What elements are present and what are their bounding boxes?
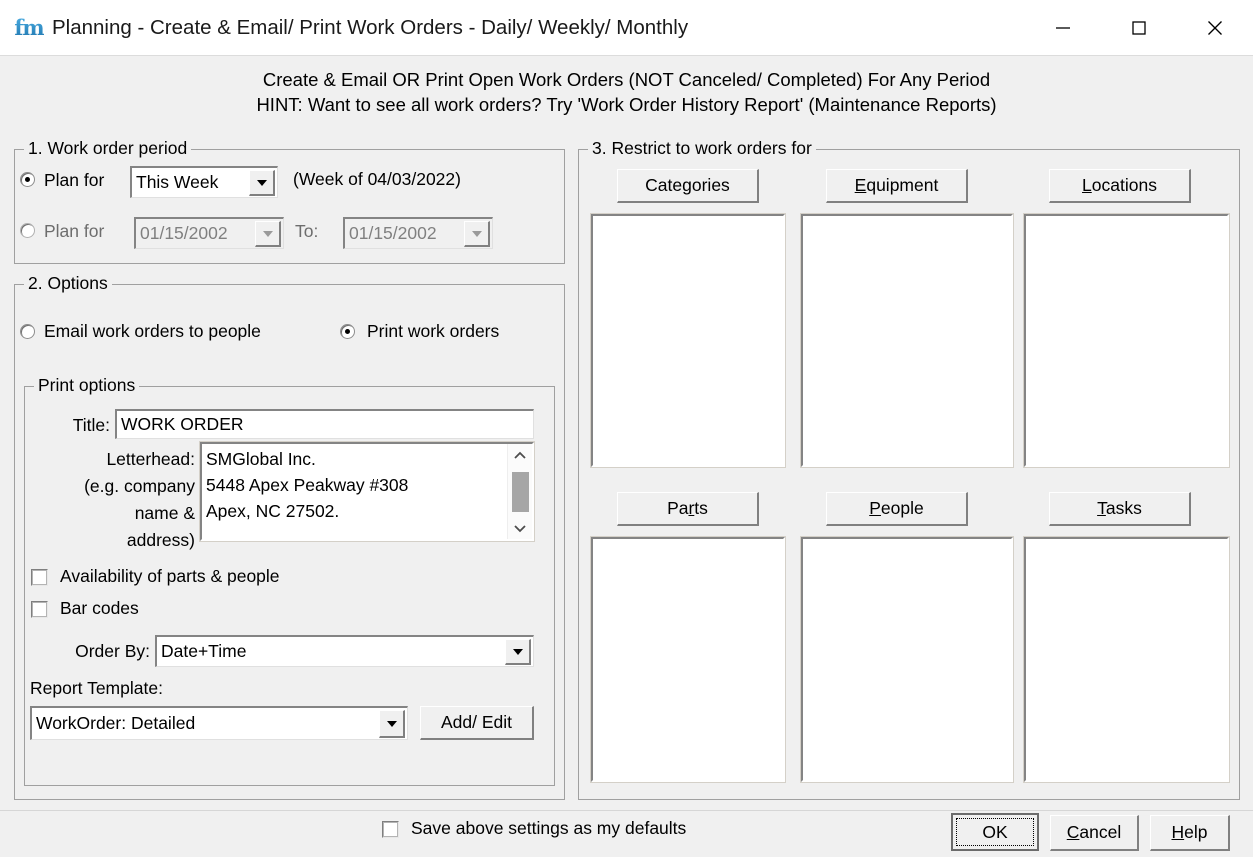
parts-button-label: Parts bbox=[667, 498, 708, 518]
tasks-button-label: Tasks bbox=[1097, 498, 1142, 518]
order-by-label: Order By: bbox=[75, 641, 150, 661]
tasks-button[interactable]: Tasks bbox=[1049, 492, 1191, 526]
period-from-date-value: 01/15/2002 bbox=[140, 223, 228, 243]
period-to-date-dropdown-button[interactable] bbox=[464, 221, 490, 247]
window-controls bbox=[1025, 0, 1253, 56]
restrict-legend: 3. Restrict to work orders for bbox=[588, 138, 816, 159]
availability-label: Availability of parts & people bbox=[60, 566, 280, 586]
letterhead-scrollbar[interactable] bbox=[507, 444, 532, 539]
help-button[interactable]: Help bbox=[1150, 815, 1230, 851]
radio-print-work-orders[interactable] bbox=[340, 324, 355, 339]
order-by-dropdown-button[interactable] bbox=[505, 639, 531, 665]
title-field-label: Title: bbox=[72, 415, 110, 435]
letterhead-textarea[interactable]: SMGlobal Inc. 5448 Apex Peakway #308 Ape… bbox=[199, 441, 535, 542]
people-listbox[interactable] bbox=[800, 536, 1014, 783]
report-template-value: WorkOrder: Detailed bbox=[36, 713, 196, 733]
print-work-orders-label: Print work orders bbox=[367, 321, 500, 341]
radio-email-work-orders[interactable] bbox=[20, 324, 35, 339]
parts-listbox[interactable] bbox=[590, 536, 786, 783]
letterhead-hint-line-2: name & bbox=[134, 503, 195, 523]
letterhead-hint-line-1: (e.g. company bbox=[84, 476, 195, 496]
checkbox-availability[interactable] bbox=[31, 569, 48, 586]
title-input-value: WORK ORDER bbox=[121, 414, 244, 434]
ok-focus-ring: OK bbox=[956, 818, 1034, 846]
add-edit-button-label: Add/ Edit bbox=[440, 712, 513, 732]
period-to-date-field[interactable]: 01/15/2002 bbox=[343, 217, 493, 249]
print-options-legend: Print options bbox=[34, 375, 140, 396]
period-preset-value: This Week bbox=[136, 172, 219, 192]
chevron-down-icon bbox=[514, 524, 526, 532]
footer-separator bbox=[0, 810, 1253, 811]
ok-button[interactable]: OK bbox=[951, 813, 1039, 851]
tasks-listbox[interactable] bbox=[1023, 536, 1230, 783]
radio-plan-for-range[interactable] bbox=[20, 223, 35, 238]
checkbox-save-defaults[interactable] bbox=[382, 821, 399, 838]
categories-button[interactable]: Categories bbox=[617, 169, 759, 203]
bar-codes-label: Bar codes bbox=[60, 598, 139, 618]
maximize-button[interactable] bbox=[1101, 0, 1177, 56]
cancel-button-label: Cancel bbox=[1066, 822, 1122, 842]
chevron-down-icon bbox=[256, 179, 267, 186]
chevron-up-icon bbox=[514, 451, 526, 459]
period-to-date-value: 01/15/2002 bbox=[349, 223, 437, 243]
locations-button[interactable]: Locations bbox=[1049, 169, 1191, 203]
close-icon bbox=[1208, 21, 1222, 35]
chevron-down-icon bbox=[471, 230, 482, 237]
period-preset-combo[interactable]: This Week bbox=[130, 166, 278, 198]
order-by-value: Date+Time bbox=[161, 641, 247, 661]
options-legend: 2. Options bbox=[24, 273, 112, 294]
work-order-period-legend: 1. Work order period bbox=[24, 138, 192, 159]
people-button-label: People bbox=[869, 498, 924, 518]
report-template-combo[interactable]: WorkOrder: Detailed bbox=[30, 706, 408, 740]
categories-button-label: Categories bbox=[645, 175, 730, 195]
equipment-listbox[interactable] bbox=[800, 213, 1014, 468]
dialog-body: Create & Email OR Print Open Work Orders… bbox=[0, 56, 1253, 857]
title-input[interactable]: WORK ORDER bbox=[115, 409, 534, 439]
locations-listbox[interactable] bbox=[1023, 213, 1230, 468]
letterhead-label: Letterhead: bbox=[106, 449, 195, 469]
report-template-label: Report Template: bbox=[30, 678, 163, 698]
scroll-down-arrow[interactable] bbox=[508, 517, 532, 539]
locations-button-label: Locations bbox=[1082, 175, 1157, 195]
parts-button[interactable]: Parts bbox=[617, 492, 759, 526]
chevron-down-icon bbox=[512, 648, 523, 655]
people-button[interactable]: People bbox=[826, 492, 968, 526]
plan-for-preset-label: Plan for bbox=[44, 170, 105, 190]
minimize-button[interactable] bbox=[1025, 0, 1101, 56]
radio-plan-for-preset[interactable] bbox=[20, 172, 35, 187]
equipment-button-label: Equipment bbox=[854, 175, 939, 195]
letterhead-textarea-value: SMGlobal Inc. 5448 Apex Peakway #308 Ape… bbox=[206, 449, 409, 521]
ok-button-label: OK bbox=[982, 821, 1008, 842]
help-button-label: Help bbox=[1171, 822, 1208, 842]
close-button[interactable] bbox=[1177, 0, 1253, 56]
email-work-orders-label: Email work orders to people bbox=[44, 321, 261, 341]
letterhead-hint-line-3: address) bbox=[126, 530, 195, 550]
save-defaults-label: Save above settings as my defaults bbox=[411, 818, 687, 838]
period-preset-dropdown-button[interactable] bbox=[249, 170, 275, 196]
chevron-down-icon bbox=[386, 720, 397, 727]
week-of-note: (Week of 04/03/2022) bbox=[293, 169, 461, 189]
window-title: Planning - Create & Email/ Print Work Or… bbox=[52, 15, 689, 39]
period-to-label: To: bbox=[295, 221, 319, 241]
minimize-icon bbox=[1056, 27, 1070, 29]
plan-for-range-label: Plan for bbox=[44, 221, 105, 241]
scroll-up-arrow[interactable] bbox=[508, 444, 532, 466]
maximize-icon bbox=[1132, 21, 1146, 35]
period-from-date-field[interactable]: 01/15/2002 bbox=[134, 217, 284, 249]
cancel-button[interactable]: Cancel bbox=[1050, 815, 1139, 851]
title-bar: fm Planning - Create & Email/ Print Work… bbox=[0, 0, 1253, 56]
categories-listbox[interactable] bbox=[590, 213, 786, 468]
equipment-button[interactable]: Equipment bbox=[826, 169, 968, 203]
scrollbar-thumb[interactable] bbox=[511, 471, 529, 512]
order-by-combo[interactable]: Date+Time bbox=[155, 635, 534, 667]
header-line-1: Create & Email OR Print Open Work Orders… bbox=[262, 69, 991, 90]
add-edit-button[interactable]: Add/ Edit bbox=[420, 706, 534, 740]
header-line-2: HINT: Want to see all work orders? Try '… bbox=[256, 94, 997, 115]
checkbox-bar-codes[interactable] bbox=[31, 601, 48, 618]
chevron-down-icon bbox=[262, 230, 273, 237]
fm-logo-icon: fm bbox=[14, 13, 44, 43]
report-template-dropdown-button[interactable] bbox=[379, 710, 405, 738]
period-from-date-dropdown-button[interactable] bbox=[255, 221, 281, 247]
